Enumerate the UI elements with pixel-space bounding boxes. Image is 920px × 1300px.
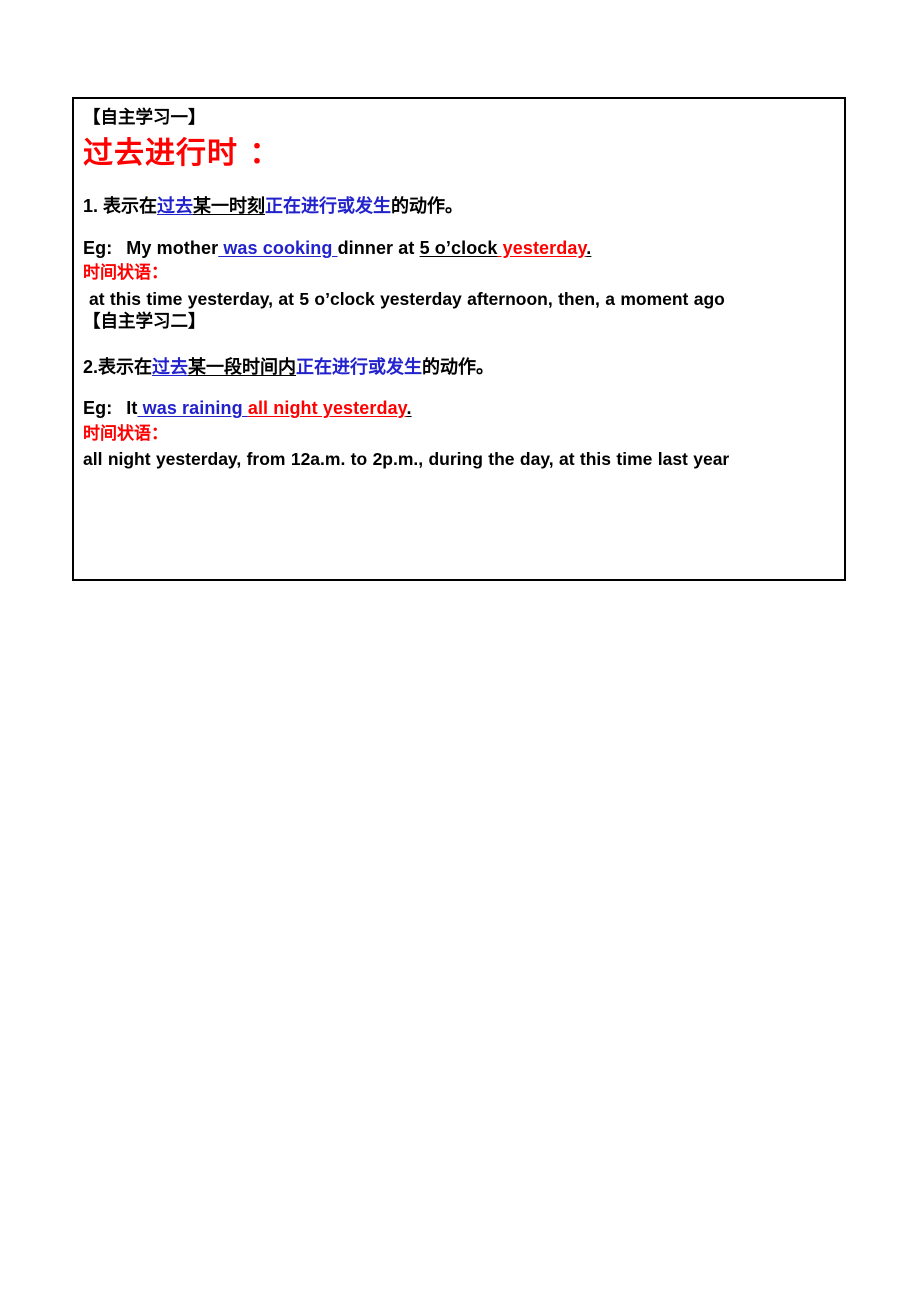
example-time-red-2: all night yesterday xyxy=(247,398,407,419)
rule-underline-period-2: 某一段时间内 xyxy=(188,356,297,378)
example-subject-2: It xyxy=(126,398,138,419)
section-heading-2: 【自主学习二】 xyxy=(83,312,206,333)
example-verb-1: was cooking xyxy=(218,237,338,258)
rule-text-black-1b: 的动作。 xyxy=(391,196,464,217)
example-time-black-1: 5 o’clock xyxy=(419,237,498,258)
adverbial-list-2: all night yesterday, from 12a.m. to 2p.m… xyxy=(83,449,730,470)
example-label-2: Eg: xyxy=(83,398,113,419)
example-time-red-1: yesterday xyxy=(497,237,587,258)
rule-number-2: 2. xyxy=(83,356,99,377)
rule-statement-2: 2.表示在过去某一段时间内正在进行或发生的动作。 xyxy=(83,357,835,379)
rule-highlight-past-1: 过去 xyxy=(157,196,194,217)
example-verb-2: was raining xyxy=(137,398,248,419)
example-sentence-1: Eg: My mother was cooking dinner at 5 o’c… xyxy=(83,238,835,260)
rule-text-black-2a: 表示在 xyxy=(98,356,153,378)
rule-statement-1: 1. 表示在过去某一时刻正在进行或发生的动作。 xyxy=(83,196,835,218)
worksheet-box: 【自主学习一】 过去进行时 ： 1. 表示在过去某一时刻正在进行或发生的动作。 … xyxy=(72,97,846,581)
example-middle-1: dinner at xyxy=(337,237,420,258)
example-label-1: Eg: xyxy=(83,237,113,258)
example-period-2: . xyxy=(406,398,412,419)
rule-text-black-2b: 的动作。 xyxy=(422,356,495,378)
section-heading-1: 【自主学习一】 xyxy=(83,108,206,128)
page-title: 过去进行时 ： xyxy=(83,135,281,171)
adverbial-label-1: 时间状语： xyxy=(83,263,168,284)
rule-highlight-progressive-2: 正在进行或发生 xyxy=(296,356,423,378)
example-period-1: . xyxy=(586,237,592,258)
rule-text-black-1a: 表示在 xyxy=(103,196,158,217)
adverbial-label-2: 时间状语： xyxy=(83,423,168,444)
rule-highlight-past-2: 过去 xyxy=(152,356,189,378)
adverbial-list-1: at this time yesterday, at 5 o’clock yes… xyxy=(89,288,725,309)
rule-number-1: 1. xyxy=(83,196,104,216)
example-sentence-2: Eg: It was raining all night yesterday. xyxy=(83,398,835,420)
rule-highlight-progressive-1: 正在进行或发生 xyxy=(265,196,392,217)
rule-underline-moment-1: 某一时刻 xyxy=(193,196,266,217)
example-subject-1: My mother xyxy=(126,237,219,258)
